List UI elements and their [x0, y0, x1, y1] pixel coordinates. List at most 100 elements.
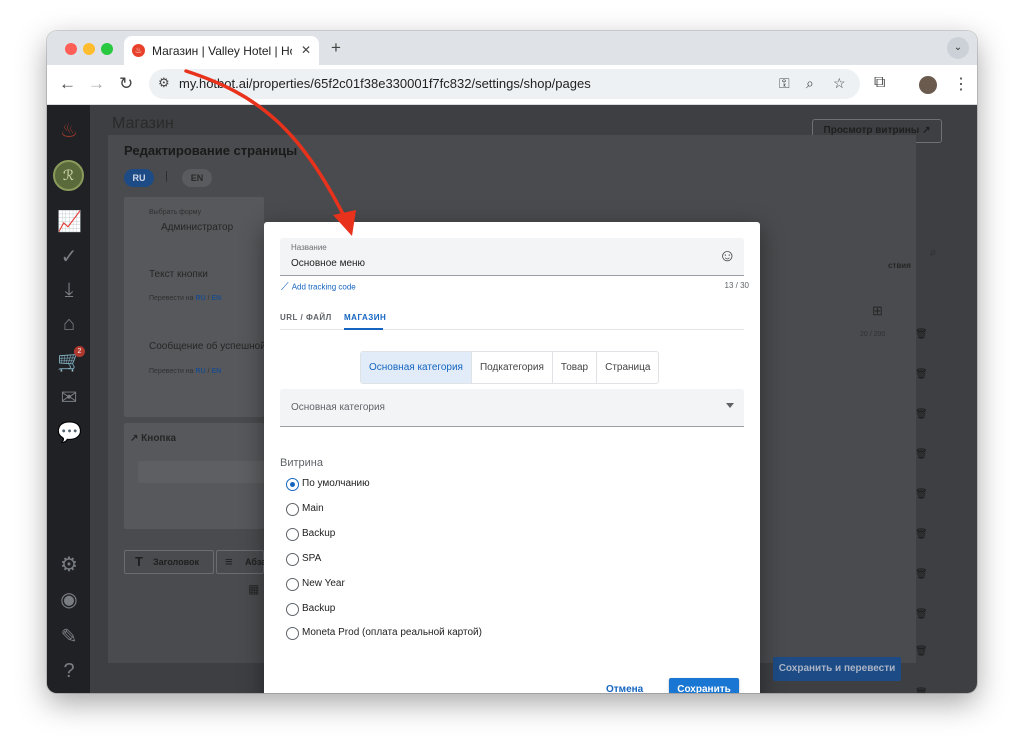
pen-icon[interactable]: ✎: [57, 624, 81, 649]
translate-icon[interactable]: ⊞: [872, 303, 883, 319]
site-info-icon[interactable]: ⚙: [158, 75, 170, 91]
trash-icon[interactable]: 🗑: [915, 449, 928, 460]
radio-unchecked-icon: [286, 603, 299, 616]
showcase-label: Витрина: [280, 457, 323, 469]
new-tab-button[interactable]: +: [331, 38, 341, 58]
name-value[interactable]: Основное меню: [291, 258, 365, 269]
save-button[interactable]: Сохранить: [669, 678, 739, 693]
main-category-select[interactable]: Основная категория: [280, 389, 744, 427]
cancel-button[interactable]: Отмена: [606, 678, 643, 693]
radio-unchecked-icon: [286, 553, 299, 566]
user-icon[interactable]: ◉: [57, 587, 81, 612]
trash-icon[interactable]: 🗑: [915, 329, 928, 340]
name-field[interactable]: Название Основное меню ☺: [280, 238, 744, 276]
minimize-window-button[interactable]: [83, 43, 95, 55]
edit-page-title: Редактирование страницы: [124, 143, 298, 158]
select-label: Основная категория: [291, 402, 385, 413]
actions-column-header: ствия: [888, 261, 911, 270]
radio-dot: [289, 481, 295, 487]
left-sidebar: ♨ ℛ 📈 ✓ ⤓ ⌂ 🛒 2 ✉ 💬 ⚙ ◉ ✎ ?: [47, 105, 90, 693]
help-icon[interactable]: ?: [57, 660, 81, 683]
char-counter: 13 / 30: [724, 281, 749, 290]
form-select-label: Выбрать форму: [149, 209, 202, 216]
add-tracking-code-link[interactable]: ⟋ Add tracking code: [281, 281, 356, 294]
form-select-value[interactable]: Администратор: [161, 222, 233, 233]
tray-icon[interactable]: ⌂: [57, 313, 81, 336]
link-type-segmented: Основная категория Подкатегория Товар Ст…: [360, 351, 660, 384]
bookmark-star-icon[interactable]: ☆: [833, 75, 846, 92]
name-label: Название: [291, 243, 327, 252]
reload-icon[interactable]: ↻: [119, 74, 133, 94]
lang-en-chip[interactable]: EN: [182, 169, 212, 187]
url-text[interactable]: my.hotbot.ai/properties/65f2c01f38e33000…: [179, 76, 591, 91]
heading-block-button[interactable]: T Заголовок: [124, 550, 214, 574]
tab-close-icon[interactable]: ✕: [301, 43, 311, 57]
browser-tab[interactable]: ♨ Магазин | Valley Hotel | Hotbot ✕: [124, 36, 319, 65]
segment-subcategory[interactable]: Подкатегория: [472, 352, 553, 383]
tab-url-file[interactable]: URL / ФАЙЛ: [280, 313, 332, 322]
segment-product[interactable]: Товар: [553, 352, 598, 383]
cart-badge: 2: [74, 346, 85, 357]
emoji-icon[interactable]: ☺: [719, 246, 736, 266]
translate-en-link[interactable]: EN: [212, 368, 222, 375]
extensions-icon[interactable]: ⧉: [874, 74, 885, 92]
radio-checked-icon: [286, 478, 299, 491]
flame-icon[interactable]: ♨: [57, 118, 81, 143]
trash-icon[interactable]: 🗑: [915, 569, 928, 580]
analytics-icon[interactable]: 📈: [57, 209, 82, 234]
radio-unchecked-icon: [286, 503, 299, 516]
app-area: ♨ ℛ 📈 ✓ ⤓ ⌂ 🛒 2 ✉ 💬 ⚙ ◉ ✎ ? Магазин Прос…: [47, 105, 977, 693]
chat-icon[interactable]: 💬: [57, 420, 82, 445]
tab-shop[interactable]: МАГАЗИН: [344, 313, 386, 322]
address-bar[interactable]: ⚙ my.hotbot.ai/properties/65f2c01f38e330…: [149, 69, 860, 99]
zoom-icon[interactable]: ⌕: [806, 75, 814, 92]
radio-unchecked-icon: [286, 578, 299, 591]
segment-page[interactable]: Страница: [597, 352, 658, 383]
lang-ru-chip[interactable]: RU: [124, 169, 154, 187]
inbox-icon[interactable]: ⤓: [57, 279, 81, 302]
radio-label: New Year: [302, 578, 345, 589]
trash-icon[interactable]: 🗑: [915, 609, 928, 620]
password-key-icon[interactable]: ⚿: [779, 75, 790, 92]
check-icon[interactable]: ✓: [57, 244, 81, 269]
radio-unchecked-icon: [286, 528, 299, 541]
save-and-translate-button[interactable]: Сохранить и перевести: [773, 657, 901, 681]
tab-bar: ♨ Магазин | Valley Hotel | Hotbot ✕ + ⌄: [47, 31, 977, 65]
radio-unchecked-icon: [286, 627, 299, 640]
browser-toolbar: ← → ↻ ⚙ my.hotbot.ai/properties/65f2c01f…: [47, 65, 977, 105]
tab-search-button[interactable]: ⌄: [947, 37, 969, 59]
profile-avatar[interactable]: [919, 76, 937, 94]
translate-ru-link[interactable]: RU: [196, 295, 206, 302]
logo-icon[interactable]: ℛ: [53, 160, 84, 191]
trash-icon[interactable]: 🗑: [915, 409, 928, 420]
trash-icon[interactable]: 🗑: [915, 529, 928, 540]
menu-kebab-icon[interactable]: ⋮: [953, 74, 969, 94]
trash-icon[interactable]: 🗑: [915, 489, 928, 500]
calendar-icon[interactable]: ▦: [248, 582, 259, 596]
trash-icon[interactable]: 🗑: [915, 688, 928, 693]
paragraph-block-button[interactable]: ≡ Абза: [216, 550, 266, 574]
add-tracking-label: Add tracking code: [291, 282, 356, 292]
tab-title: Магазин | Valley Hotel | Hotbot: [152, 44, 292, 58]
button-section-title: ↗ Кнопка: [130, 433, 176, 444]
shop-link-modal: Название Основное меню ☺ ⟋ Add tracking c…: [264, 222, 760, 693]
forward-icon[interactable]: →: [88, 74, 105, 94]
button-input[interactable]: [138, 461, 264, 483]
heading-icon: T: [135, 554, 143, 569]
paragraph-icon: ≡: [225, 554, 233, 569]
zoom-window-button[interactable]: [101, 43, 113, 55]
back-icon[interactable]: ←: [59, 74, 76, 94]
mail-icon[interactable]: ✉: [57, 385, 81, 410]
active-tab-indicator: [344, 328, 383, 330]
close-window-button[interactable]: [65, 43, 77, 55]
radio-label: SPA: [302, 553, 322, 564]
trash-icon[interactable]: 🗑: [915, 646, 928, 657]
settings-icon[interactable]: ⚙: [57, 552, 81, 577]
translate-ru-link[interactable]: RU: [196, 368, 206, 375]
segment-main-category[interactable]: Основная категория: [361, 352, 472, 383]
translate-en-link[interactable]: EN: [212, 295, 222, 302]
trash-icon[interactable]: 🗑: [915, 369, 928, 380]
external-link-icon: ↗: [130, 433, 139, 444]
heading-btn-label: Заголовок: [153, 557, 200, 567]
search-icon[interactable]: ⌕: [930, 245, 937, 260]
